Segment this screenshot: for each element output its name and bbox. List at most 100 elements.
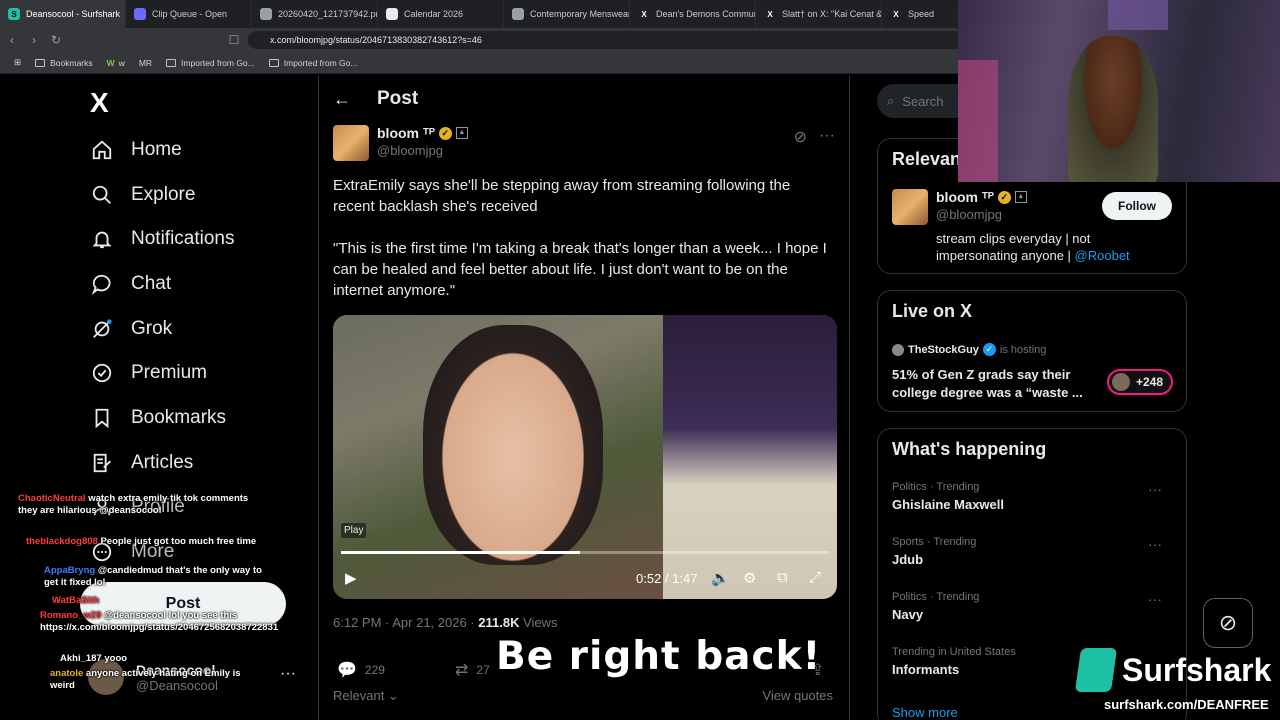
post-text: ExtraEmily says she'll be stepping away … [333, 175, 833, 301]
globe-icon [260, 8, 272, 20]
card-title: Live on X [892, 301, 973, 321]
affiliate-badge-icon: ▲ [1014, 191, 1027, 203]
avatar[interactable] [333, 125, 369, 161]
live-headline[interactable]: 51% of Gen Z grads say their college deg… [892, 366, 1092, 402]
browser-tab[interactable]: X Dean's Demons Communi [630, 0, 756, 28]
nav-notifications[interactable]: Notifications [90, 219, 235, 259]
nav-explore[interactable]: Explore [90, 175, 195, 215]
live-card: Live on X TheStockGuy ✓ is hosting 51% o… [877, 290, 1187, 412]
browser-tab[interactable]: S Deansocool - Surfshark [0, 0, 126, 28]
verified-badge-icon: ✓ [982, 343, 996, 356]
browser-tab[interactable]: 20260420_121737942.png [252, 0, 378, 28]
verified-badge-icon: ✓ [997, 190, 1011, 204]
search-icon: ⌕ [887, 93, 895, 108]
more-dots-icon[interactable]: ··· [819, 127, 835, 147]
listener-count-badge[interactable]: +248 [1107, 369, 1173, 395]
sponsor-logo: Surfshark [1074, 648, 1271, 692]
bookmark-item[interactable]: Bookmarks [35, 58, 93, 68]
x-icon: X [641, 9, 647, 19]
browser-tab[interactable]: Calendar 2026 [378, 0, 504, 28]
chat-user: WatBaSith [52, 595, 100, 606]
more-dots-icon[interactable]: ··· [1148, 536, 1162, 552]
reply-button[interactable]: 💬 229 [337, 660, 385, 680]
more-dots-icon[interactable]: ··· [280, 665, 296, 683]
nav-bookmarks[interactable]: Bookmarks [90, 398, 226, 438]
relevant-name[interactable]: bloom ᵀᴾ [936, 189, 994, 205]
volume-icon[interactable]: 🔈 [711, 569, 730, 587]
nav-premium[interactable]: Premium [90, 353, 207, 393]
video-frame-right [663, 315, 837, 599]
live-host[interactable]: TheStockGuy ✓ is hosting [892, 343, 1046, 356]
back-arrow-icon[interactable]: ← [333, 89, 351, 110]
chat-user: anatole [50, 668, 84, 679]
more-dots-icon[interactable]: ··· [1148, 481, 1162, 497]
bookmark-item[interactable]: Imported from Go... [166, 58, 255, 68]
author-handle[interactable]: @bloomjpg [377, 143, 468, 158]
chat-message: Akhi_187 yooo [60, 653, 266, 665]
bookmark-item[interactable]: Imported from Go... [268, 58, 357, 68]
url-field[interactable]: x.com/bloomjpg/status/204671383038274361… [248, 31, 968, 49]
fullscreen-icon[interactable]: ⤢ [809, 569, 821, 586]
reply-icon: 💬 [337, 662, 357, 679]
browser-tab[interactable]: Contemporary Menswear [504, 0, 630, 28]
author-name[interactable]: bloom ᵀᴾ [377, 125, 435, 141]
post-text-line: ExtraEmily says she'll be stepping away … [333, 177, 791, 215]
chat-message: anatole anyone actively hating on Emily … [50, 668, 266, 692]
views-label: Views [523, 615, 558, 630]
avatar [892, 343, 904, 356]
apps-icon[interactable]: ⊞ [14, 57, 21, 68]
relevant-handle[interactable]: @bloomjpg [936, 207, 1027, 222]
repost-icon: ⇄ [455, 662, 469, 679]
x-logo[interactable]: X [90, 87, 109, 119]
video-player[interactable]: Play ▶ 0:52 / 1:47 🔈 ⚙ ⧉ ⤢ [333, 315, 837, 599]
play-icon[interactable]: ▶ [345, 569, 357, 587]
nav-chat[interactable]: Chat [90, 264, 171, 304]
nav-home[interactable]: Home [90, 130, 182, 170]
back-icon[interactable]: ‹ [2, 33, 22, 47]
surfshark-icon: S [8, 8, 20, 20]
video-time: 0:52 / 1:47 [636, 571, 698, 586]
forward-icon[interactable]: › [24, 33, 44, 47]
bookmark-item[interactable]: Ww [107, 58, 125, 68]
trend-item[interactable]: Politics · Trending Ghislaine Maxwell ··… [892, 481, 1172, 512]
nav-grok[interactable]: Grok [90, 309, 172, 349]
post-timestamp[interactable]: 6:12 PM · Apr 21, 2026 · [333, 615, 475, 630]
chat-text: People just got too much free time [100, 536, 257, 547]
x-icon: X [893, 9, 899, 19]
view-quotes-link[interactable]: View quotes [762, 688, 833, 703]
grok-floating-button[interactable]: ⊘ [1203, 598, 1253, 648]
chat-user: AppaBryng [44, 565, 96, 576]
sort-dropdown[interactable]: Relevant [333, 688, 384, 703]
chat-message: WatBaSith [52, 595, 266, 607]
chat-icon [90, 272, 114, 296]
w-icon: W [106, 57, 115, 68]
bookmark-item[interactable]: MR [139, 58, 152, 68]
show-more-link[interactable]: Show more [892, 705, 958, 720]
settings-icon[interactable]: ⚙ [743, 569, 756, 587]
brb-overlay: Be right back! [496, 634, 822, 679]
relevant-bio: stream clips everyday | not impersonatin… [936, 231, 1130, 263]
bookmark-star-icon[interactable]: ☐ [224, 33, 244, 47]
nav-articles[interactable]: Articles [90, 443, 193, 483]
affiliate-badge-icon: ▲ [455, 127, 468, 139]
pip-icon[interactable]: ⧉ [777, 569, 788, 586]
repost-button[interactable]: ⇄ 27 [455, 660, 490, 680]
avatar[interactable] [892, 189, 928, 225]
twitch-icon [134, 8, 146, 20]
trend-item[interactable]: Sports · Trending Jdub ··· [892, 536, 1172, 567]
browser-tab[interactable]: Clip Queue - Open [126, 0, 252, 28]
video-progress-fill [341, 551, 581, 554]
video-progress[interactable] [341, 551, 829, 554]
bio-link[interactable]: @Roobet [1075, 248, 1130, 263]
host-name: TheStockGuy [908, 343, 979, 356]
follow-button[interactable]: Follow [1102, 192, 1172, 220]
more-dots-icon[interactable]: ··· [1148, 591, 1162, 607]
trend-item[interactable]: Politics · Trending Navy ··· [892, 591, 1172, 622]
browser-tab[interactable]: X Slatt† on X: "Kai Cenat & [756, 0, 882, 28]
led-light [958, 60, 998, 182]
webcam-overlay [958, 0, 1280, 182]
post-header: ← Post [333, 87, 418, 111]
grok-icon[interactable]: ⊘ [794, 127, 807, 147]
post-author[interactable]: bloom ᵀᴾ ✓ ▲ @bloomjpg [333, 125, 468, 161]
reload-icon[interactable]: ↻ [46, 33, 66, 47]
